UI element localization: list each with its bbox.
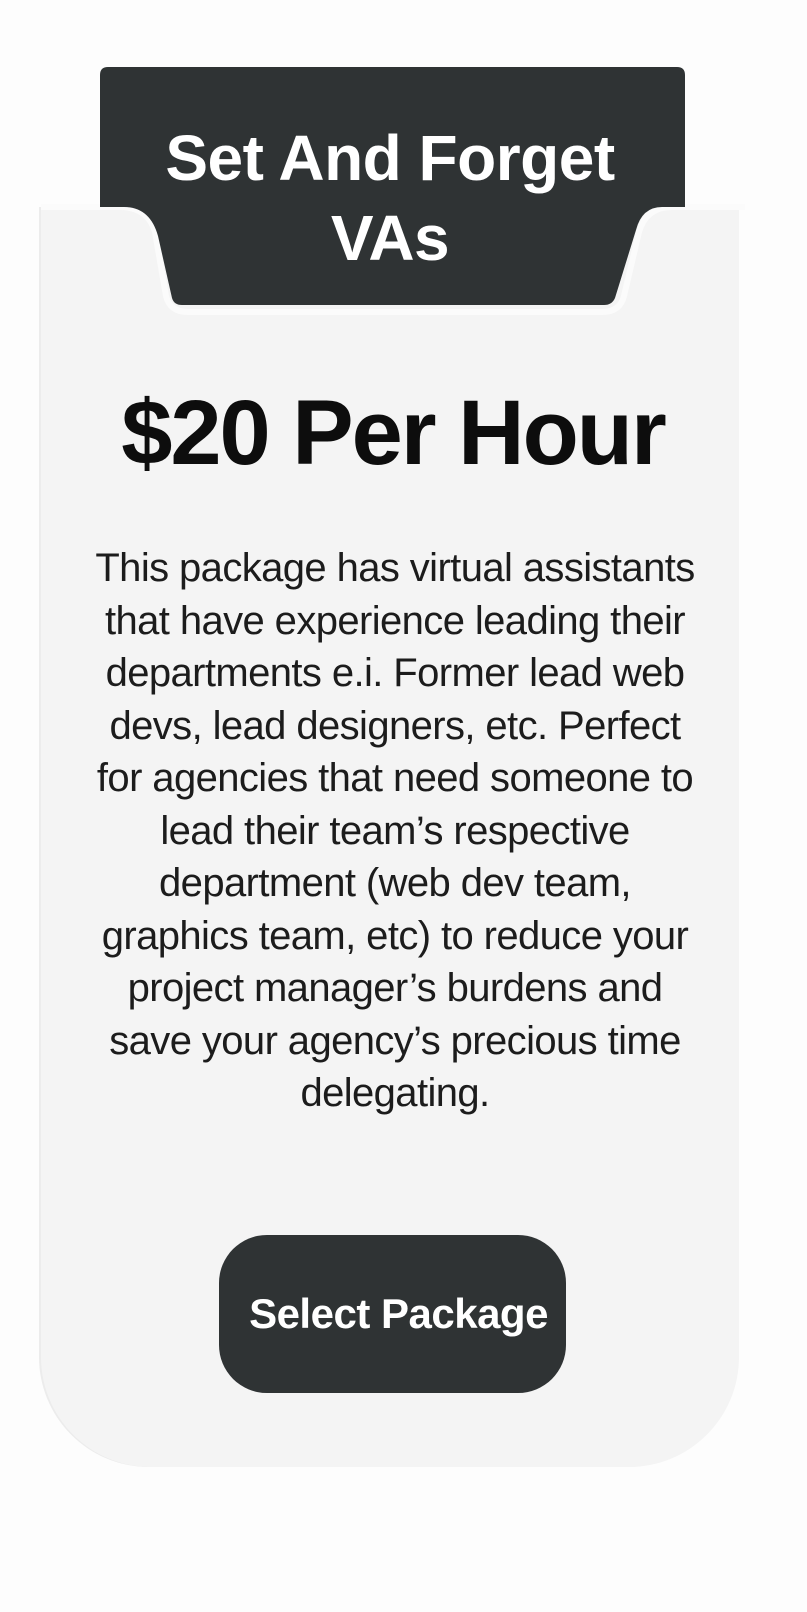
package-price: $20 Per Hour: [121, 382, 667, 484]
select-package-button[interactable]: Select Package: [219, 1235, 566, 1393]
package-description: This package has virtual assistants that…: [95, 546, 695, 1115]
package-title: Set And Forget VAs: [165, 122, 615, 274]
